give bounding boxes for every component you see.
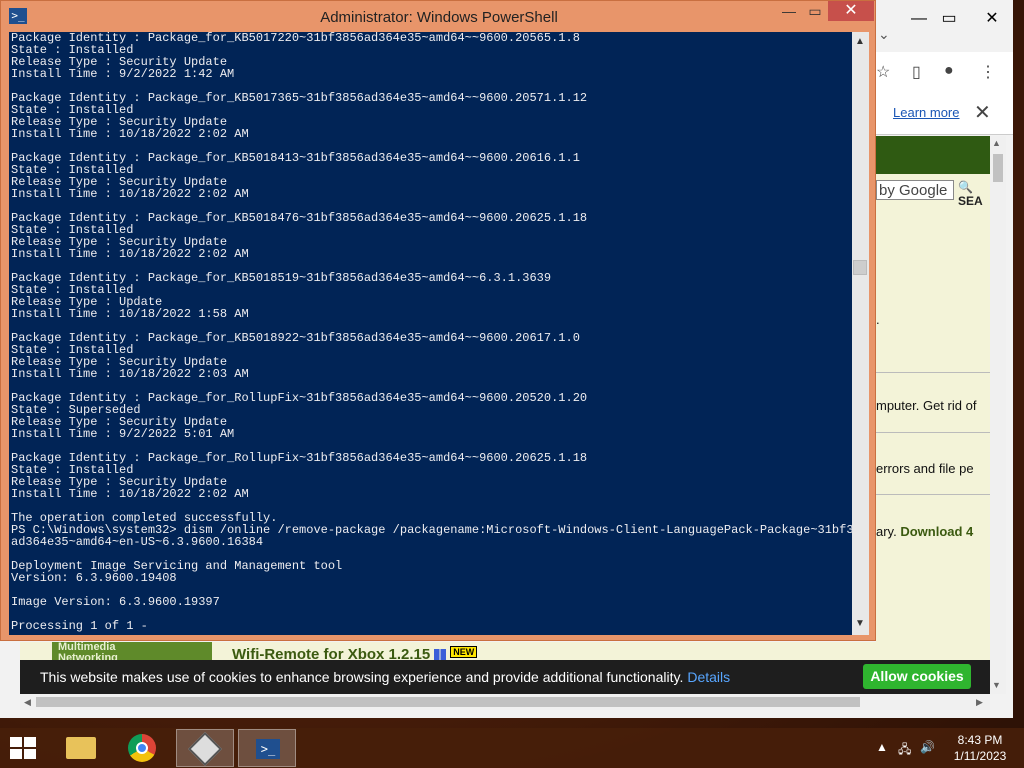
scroll-up-arrow-icon[interactable]: ▲ bbox=[855, 36, 865, 47]
browser-toolbar: ☆ ▯ ● ⋮ bbox=[876, 52, 1013, 93]
taskbar-file-explorer[interactable] bbox=[52, 729, 110, 767]
taskbar-chrome[interactable] bbox=[114, 729, 172, 767]
scroll-right-arrow-icon[interactable]: ▶ bbox=[976, 697, 983, 708]
download-link[interactable]: Download 4 bbox=[900, 524, 973, 539]
powershell-window[interactable]: >_ Administrator: Windows PowerShell — ▭… bbox=[0, 0, 876, 641]
search-button[interactable]: 🔍SEA bbox=[958, 180, 990, 208]
browser-minimize-button[interactable]: — bbox=[905, 8, 933, 30]
console-output[interactable]: Package Identity : Package_for_KB5017220… bbox=[9, 32, 852, 635]
windows-start-icon bbox=[10, 737, 38, 761]
scroll-down-arrow-icon[interactable]: ▼ bbox=[855, 618, 865, 629]
search-label: SEA bbox=[958, 194, 983, 208]
network-icon[interactable]: 🖧 bbox=[898, 740, 911, 761]
divider bbox=[876, 372, 990, 373]
cookie-consent-bar: This website makes use of cookies to enh… bbox=[20, 660, 990, 694]
show-hidden-icons-icon[interactable]: ▲ bbox=[876, 740, 888, 754]
minimize-button[interactable]: — bbox=[776, 1, 802, 21]
allow-cookies-button[interactable]: Allow cookies bbox=[863, 664, 971, 689]
scroll-down-arrow-icon[interactable]: ▼ bbox=[992, 680, 1001, 690]
site-header-band bbox=[876, 136, 990, 174]
chrome-icon bbox=[128, 734, 156, 762]
star-icon[interactable]: ☆ bbox=[876, 62, 890, 82]
clock-date: 1/11/2023 bbox=[953, 749, 1007, 763]
new-badge: NEW bbox=[450, 646, 478, 658]
taskbar-app[interactable] bbox=[176, 729, 234, 767]
divider bbox=[876, 494, 990, 495]
start-button[interactable] bbox=[0, 729, 50, 767]
page-text-fragment: . bbox=[876, 312, 880, 327]
window-title: Administrator: Windows PowerShell bbox=[320, 9, 558, 26]
maximize-button[interactable]: ▭ bbox=[802, 1, 828, 21]
page-text-fragment: ary. Download 4 bbox=[876, 524, 973, 539]
browser-maximize-button[interactable]: ▭ bbox=[935, 8, 963, 30]
more-menu-icon[interactable]: ⋮ bbox=[980, 62, 996, 82]
scroll-left-arrow-icon[interactable]: ◀ bbox=[24, 697, 31, 708]
clock-time: 8:43 PM bbox=[957, 733, 1003, 747]
app-icon bbox=[188, 732, 222, 766]
browser-infobar: Learn more ✕ bbox=[876, 92, 1013, 135]
web-page-content: by Google 🔍SEA . mputer. Get rid of erro… bbox=[876, 136, 990, 694]
infobar-close-icon[interactable]: ✕ bbox=[974, 100, 991, 125]
page-vertical-scrollbar[interactable]: ▲ ▼ bbox=[990, 136, 1006, 694]
learn-more-link[interactable]: Learn more bbox=[893, 105, 959, 120]
scroll-up-arrow-icon[interactable]: ▲ bbox=[992, 138, 1001, 148]
taskbar: >_ ▲ 🖧 🔊 8:43 PM 1/11/2023 bbox=[0, 728, 1024, 768]
google-search-input[interactable]: by Google bbox=[876, 180, 954, 200]
taskbar-powershell[interactable]: >_ bbox=[238, 729, 296, 767]
profile-icon[interactable]: ● bbox=[944, 62, 954, 80]
page-text-fragment: errors and file pe bbox=[876, 461, 974, 476]
cookie-message-text: This website makes use of cookies to enh… bbox=[40, 669, 684, 685]
page-horizontal-scrollbar[interactable]: ◀ ▶ bbox=[20, 694, 990, 710]
scrollbar-thumb[interactable] bbox=[36, 697, 860, 707]
cookie-details-link[interactable]: Details bbox=[687, 669, 730, 685]
scrollbar-thumb[interactable] bbox=[993, 154, 1003, 182]
divider bbox=[876, 432, 990, 433]
page-text-fragment: ary. bbox=[876, 524, 897, 539]
close-button[interactable]: ✕ bbox=[828, 1, 874, 21]
chevron-down-icon[interactable]: ⌄ bbox=[878, 26, 890, 43]
taskbar-clock[interactable]: 8:43 PM 1/11/2023 bbox=[940, 732, 1020, 764]
side-panel-icon[interactable]: ▯ bbox=[912, 62, 921, 82]
search-icon: 🔍 bbox=[958, 180, 973, 194]
cookie-message: This website makes use of cookies to enh… bbox=[40, 669, 730, 685]
powershell-titlebar[interactable]: >_ Administrator: Windows PowerShell — ▭… bbox=[1, 1, 877, 32]
console-text: Package Identity : Package_for_KB5017220… bbox=[11, 32, 852, 633]
volume-icon[interactable]: 🔊 bbox=[920, 740, 935, 754]
scrollbar-thumb[interactable] bbox=[853, 260, 867, 275]
page-text-fragment: mputer. Get rid of bbox=[876, 398, 977, 413]
powershell-icon: >_ bbox=[256, 739, 280, 759]
folder-icon bbox=[66, 737, 96, 759]
console-scrollbar[interactable]: ▲ ▼ bbox=[852, 32, 869, 635]
browser-close-button[interactable]: ✕ bbox=[978, 8, 1006, 30]
